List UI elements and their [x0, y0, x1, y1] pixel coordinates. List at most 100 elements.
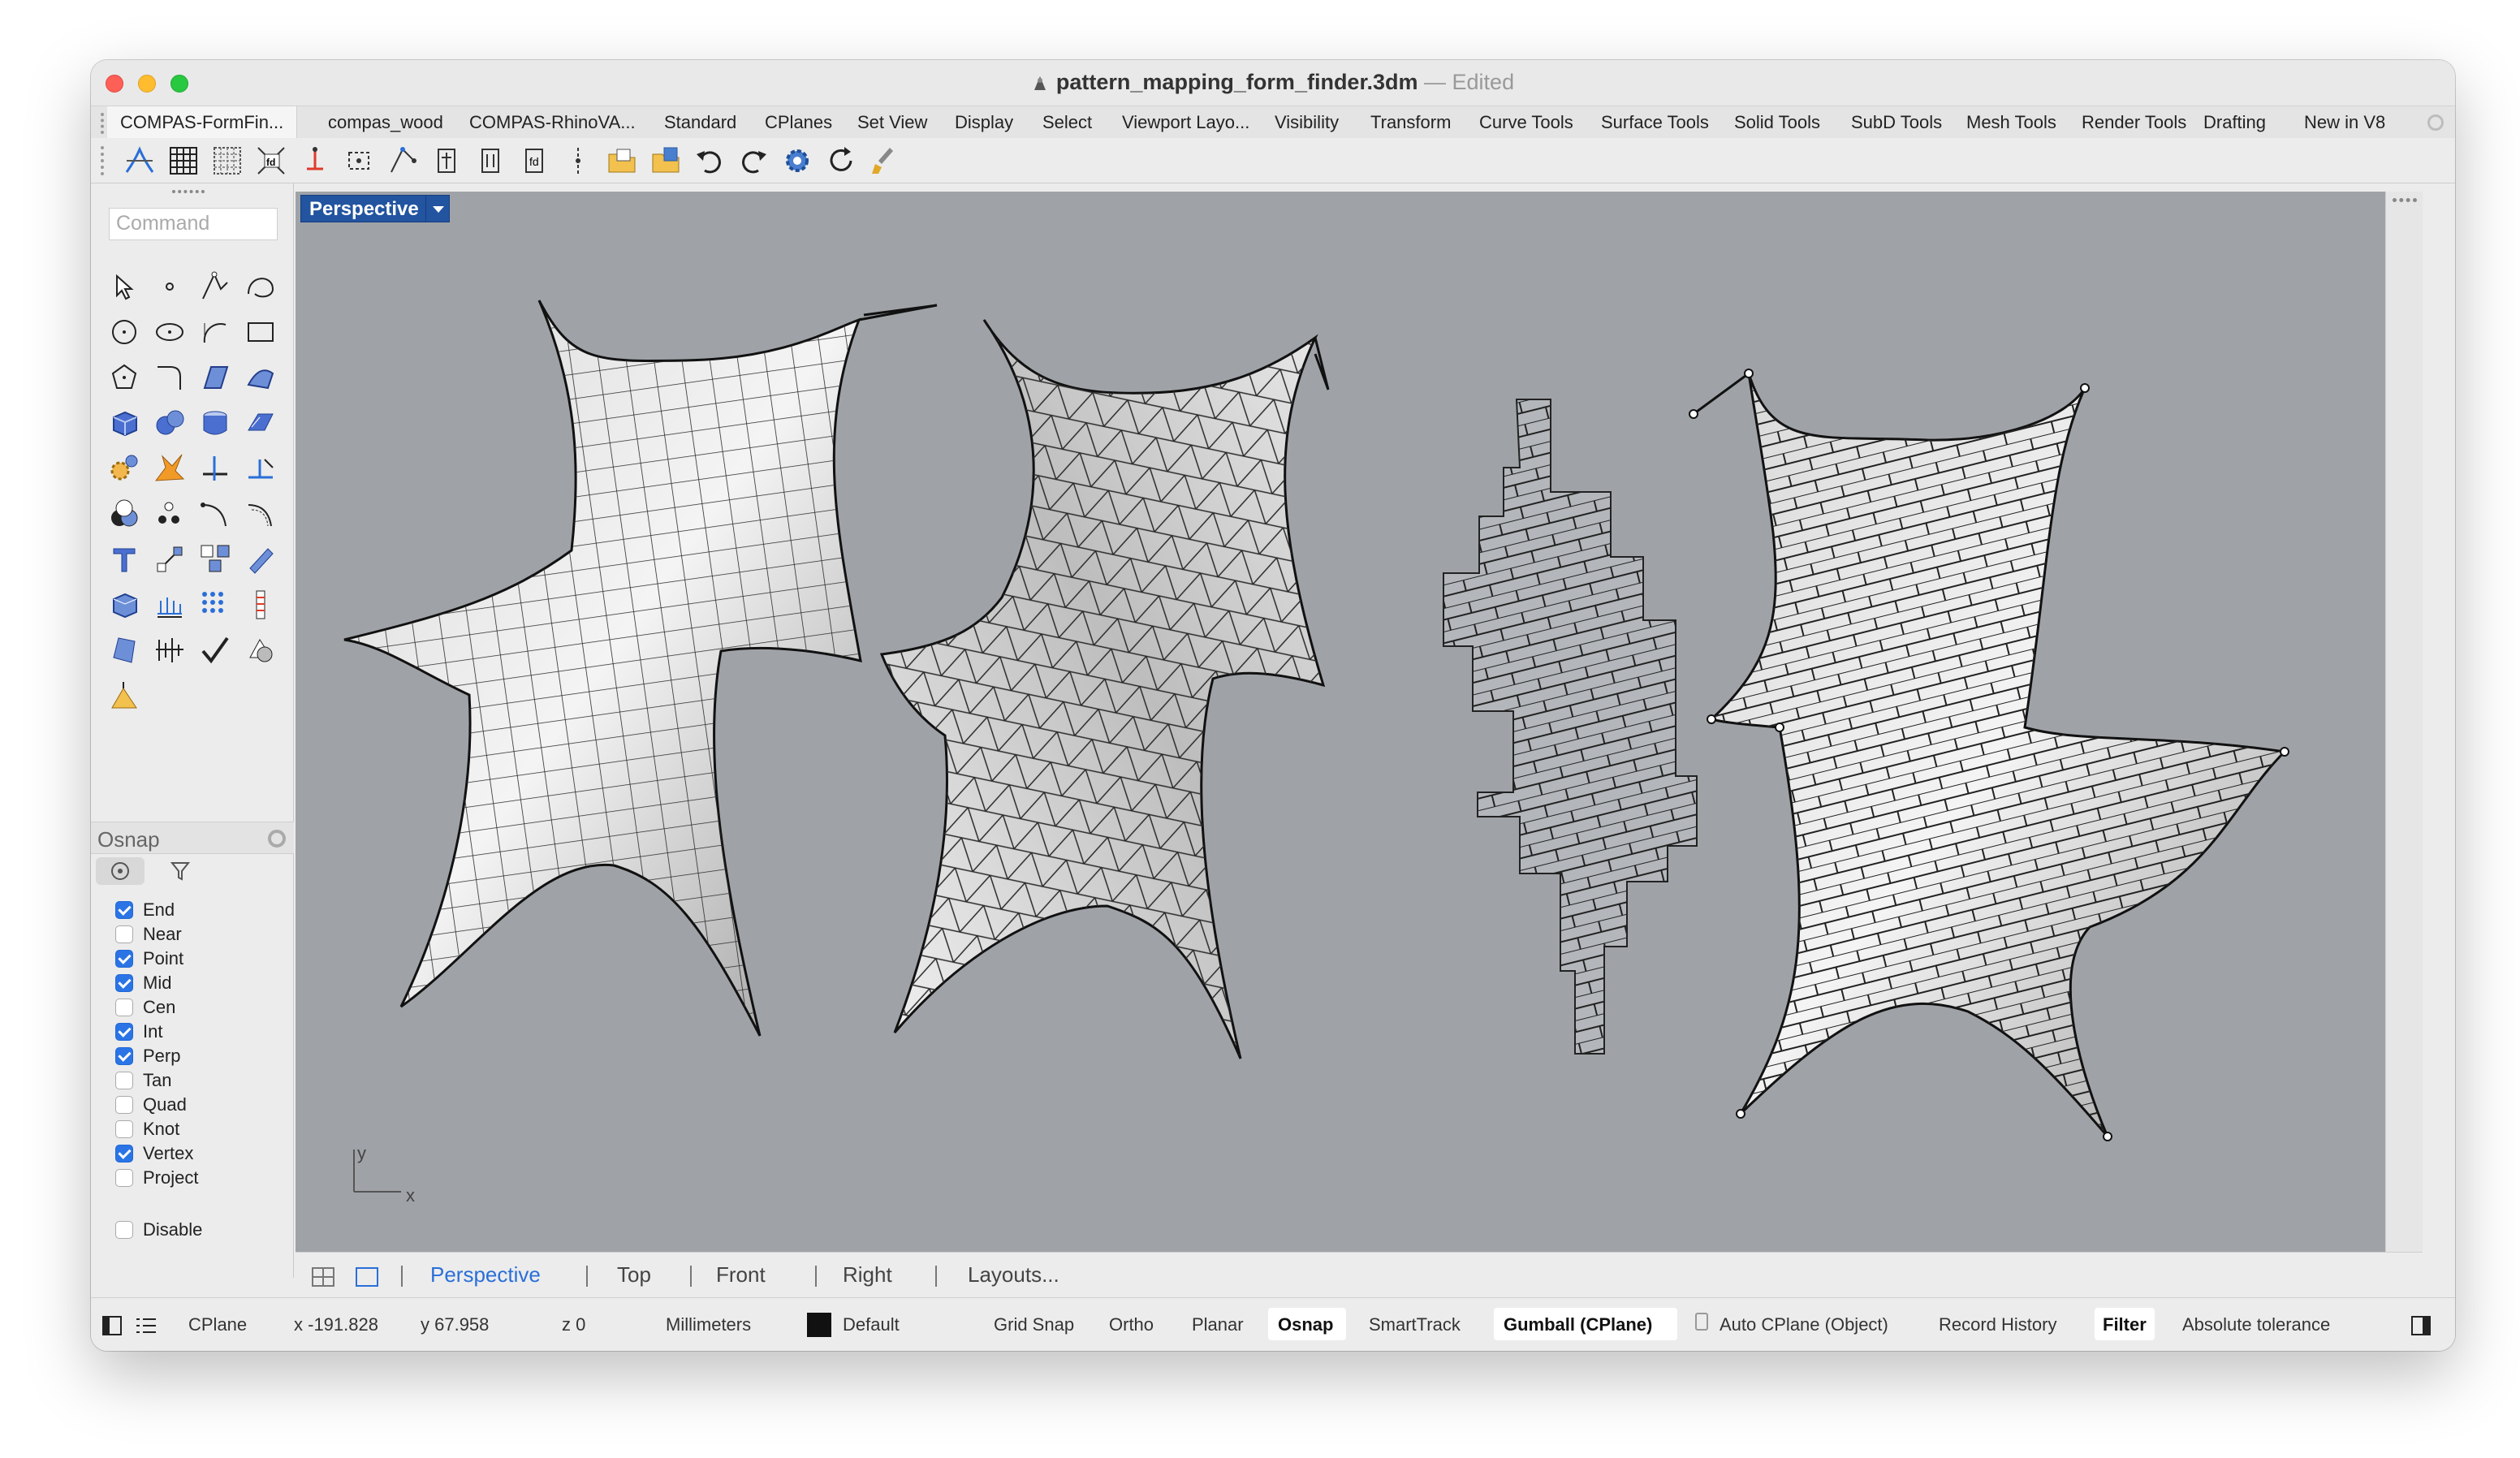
extrude-icon[interactable] [240, 403, 281, 443]
section-icon[interactable] [240, 584, 281, 625]
quad-mesh-surface[interactable] [343, 300, 938, 1037]
tab-visibility[interactable]: Visibility [1275, 106, 1339, 139]
sidebar-toggle-icon[interactable] [102, 1316, 122, 1335]
dock-grip-icon[interactable] [2393, 198, 2417, 203]
status-gumball[interactable]: Gumball (CPlane) [1504, 1314, 1652, 1335]
snap-perp[interactable]: Perp [115, 1044, 180, 1068]
checkbox-quad[interactable] [115, 1096, 133, 1114]
tab-surface-tools[interactable]: Surface Tools [1601, 106, 1709, 139]
checkbox-near[interactable] [115, 925, 133, 943]
osnap-tab-filter[interactable] [156, 857, 205, 885]
open-file-icon[interactable] [604, 145, 640, 177]
tab-drafting[interactable]: Drafting [2203, 106, 2266, 139]
triangle-mesh-surface[interactable] [879, 319, 1330, 1059]
osnap-tab-snap[interactable] [96, 857, 145, 885]
rectangle-icon[interactable] [240, 312, 281, 352]
checkbox-knot[interactable] [115, 1120, 133, 1138]
ellipse-icon[interactable] [149, 312, 190, 352]
tab-compas-rhinovault[interactable]: COMPAS-RhinoVA... [469, 106, 636, 139]
undo-icon[interactable] [692, 145, 727, 177]
snap-tan[interactable]: Tan [115, 1068, 171, 1093]
vertex-edit-icon[interactable] [472, 145, 508, 177]
point-grid-icon[interactable] [195, 584, 235, 625]
sphere-icon[interactable] [149, 403, 190, 443]
status-layer[interactable]: Default [843, 1314, 900, 1335]
snap-disable[interactable]: Disable [115, 1218, 202, 1242]
surface-edit-icon[interactable] [240, 357, 281, 398]
transform-gear-icon[interactable] [104, 448, 145, 489]
polygon-icon[interactable] [104, 357, 145, 398]
brick-mapped-surface[interactable] [1689, 369, 2289, 1141]
point-icon[interactable] [149, 266, 190, 307]
contour-icon[interactable] [149, 584, 190, 625]
checkbox-cen[interactable] [115, 999, 133, 1016]
lock-icon[interactable] [1695, 1313, 1708, 1331]
snap-mid[interactable]: Mid [115, 971, 171, 995]
viewport-tab-front[interactable]: Front [716, 1262, 766, 1288]
tab-transform[interactable]: Transform [1370, 106, 1451, 139]
text-icon[interactable] [104, 539, 145, 580]
snap-project[interactable]: Project [115, 1166, 198, 1190]
tab-display[interactable]: Display [955, 106, 1013, 139]
fd-icon[interactable]: fd [253, 145, 289, 177]
cylinder-icon[interactable] [195, 403, 235, 443]
box-icon[interactable] [104, 403, 145, 443]
tab-render-tools[interactable]: Render Tools [2082, 106, 2186, 139]
tab-mesh-tools[interactable]: Mesh Tools [1966, 106, 2056, 139]
move-icon[interactable] [149, 539, 190, 580]
vertex-attr-icon[interactable]: fd [516, 145, 552, 177]
viewport-scene[interactable] [296, 192, 2385, 1252]
paint-brush-icon[interactable] [867, 145, 903, 177]
status-ortho[interactable]: Ortho [1109, 1314, 1154, 1335]
tab-curve-tools[interactable]: Curve Tools [1479, 106, 1573, 139]
tab-compas-formfinder[interactable]: COMPAS-FormFin... [107, 106, 298, 139]
viewport-tab-layouts[interactable]: Layouts... [968, 1262, 1059, 1288]
surface-patch-icon[interactable] [104, 630, 145, 671]
osnap-gear-icon[interactable] [268, 830, 286, 848]
split-trim-icon[interactable] [195, 448, 235, 489]
checkbox-perp[interactable] [115, 1047, 133, 1065]
edges-icon[interactable] [385, 145, 421, 177]
vertex-move-icon[interactable] [429, 145, 464, 177]
viewport-tab-top[interactable]: Top [617, 1262, 651, 1288]
command-input[interactable]: Command [109, 208, 278, 240]
tab-standard[interactable]: Standard [664, 106, 736, 139]
viewport-menu-chevron-down-icon[interactable] [425, 195, 450, 222]
snap-near[interactable]: Near [115, 922, 182, 947]
dimension-icon[interactable] [240, 448, 281, 489]
checkbox-project[interactable] [115, 1169, 133, 1187]
checkbox-vertex[interactable] [115, 1145, 133, 1163]
status-planar[interactable]: Planar [1192, 1314, 1244, 1335]
settings-gear-icon[interactable] [779, 145, 815, 177]
status-filter[interactable]: Filter [2103, 1314, 2147, 1335]
curve-icon[interactable] [240, 266, 281, 307]
render-shade-icon[interactable] [240, 630, 281, 671]
tab-viewport-layout[interactable]: Viewport Layo... [1122, 106, 1249, 139]
polyline-icon[interactable] [195, 266, 235, 307]
grid-icon[interactable] [166, 145, 201, 177]
snap-end[interactable]: End [115, 898, 175, 922]
tab-settings-gear-icon[interactable] [2427, 114, 2444, 131]
arc-icon[interactable] [195, 312, 235, 352]
snap-knot[interactable]: Knot [115, 1117, 179, 1141]
status-cplane[interactable]: CPlane [188, 1314, 247, 1335]
status-auto-cplane[interactable]: Auto CPlane (Object) [1720, 1314, 1888, 1335]
single-viewport-icon[interactable] [356, 1267, 378, 1287]
checkbox-mid[interactable] [115, 974, 133, 992]
select-arrow-icon[interactable] [104, 266, 145, 307]
surface-from-curves-icon[interactable] [195, 357, 235, 398]
redo-icon[interactable] [736, 145, 771, 177]
status-units[interactable]: Millimeters [666, 1314, 751, 1335]
tab-cplanes[interactable]: CPlanes [765, 106, 832, 139]
tab-set-view[interactable]: Set View [857, 106, 927, 139]
status-smarttrack[interactable]: SmartTrack [1369, 1314, 1461, 1335]
mesh-select-icon[interactable] [341, 145, 377, 177]
list-icon[interactable] [135, 1316, 158, 1335]
snap-cen[interactable]: Cen [115, 995, 175, 1020]
export-icon[interactable] [648, 145, 684, 177]
checkbox-point[interactable] [115, 950, 133, 968]
tab-compas-wood[interactable]: compas_wood [328, 106, 443, 139]
boolean-icon[interactable] [104, 494, 145, 534]
checkbox-end[interactable] [115, 901, 133, 919]
tab-subd-tools[interactable]: SubD Tools [1851, 106, 1942, 139]
